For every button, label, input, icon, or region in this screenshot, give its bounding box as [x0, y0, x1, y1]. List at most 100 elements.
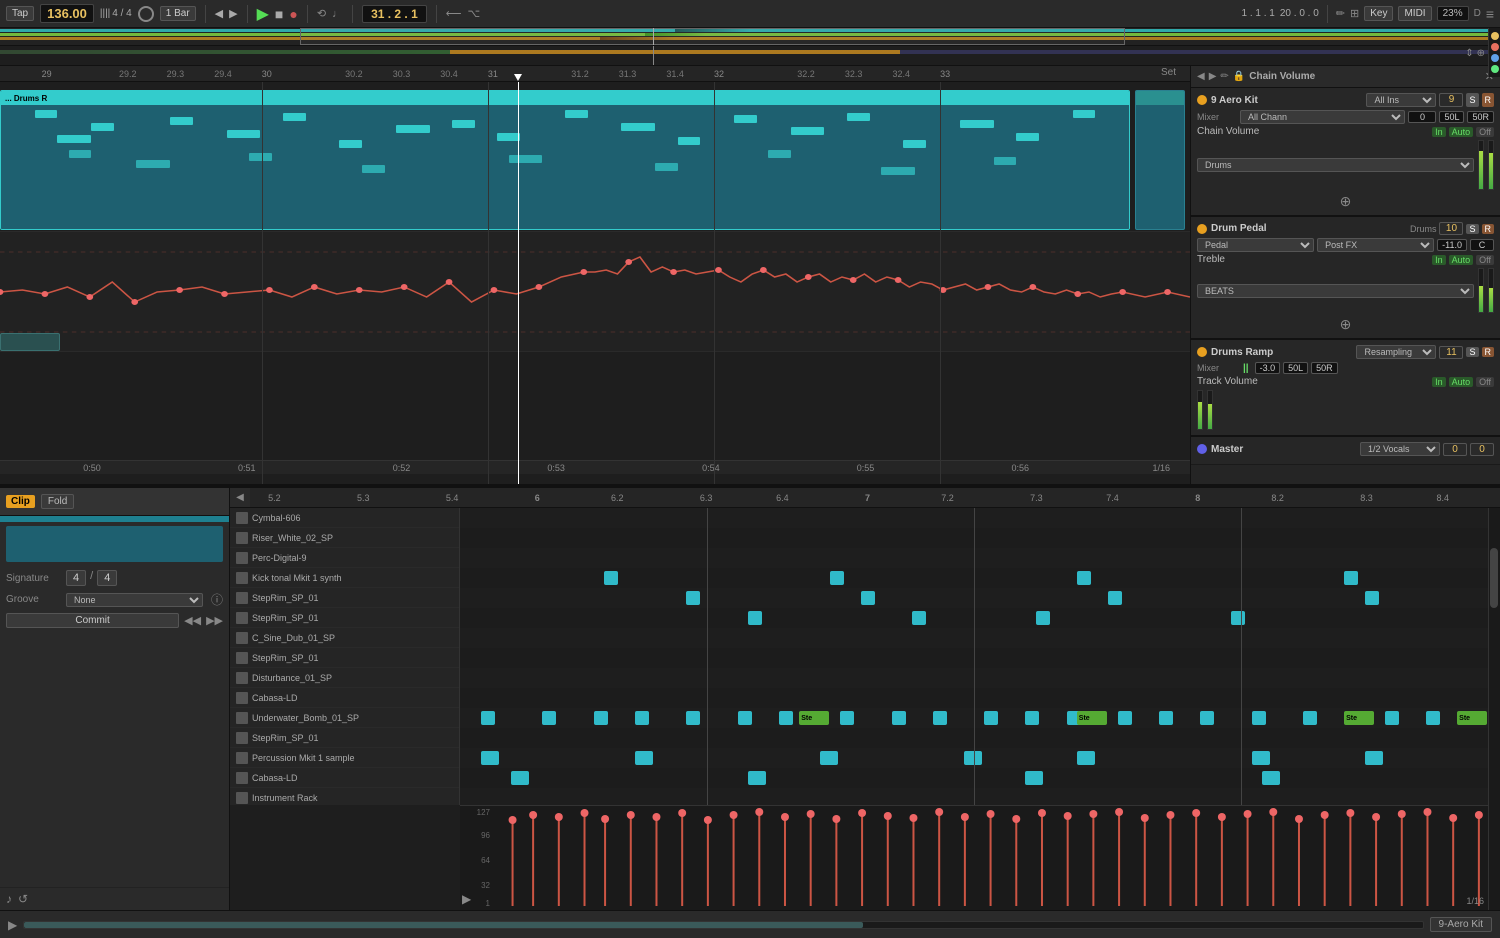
auto-btn-3[interactable]: Auto — [1449, 377, 1474, 387]
clip-icon-1[interactable]: ♪ — [6, 892, 12, 906]
auto-mode-btn-1[interactable]: In — [1432, 127, 1446, 137]
groove-select[interactable]: None — [66, 593, 203, 607]
volume-num-2[interactable]: 10 — [1439, 222, 1463, 235]
note-cabasa2-4[interactable] — [1262, 771, 1280, 785]
mixer-header-nav-right[interactable]: ▶ — [1209, 71, 1217, 82]
auto-mode-btn-2[interactable]: In — [1432, 255, 1446, 265]
volume-num-4[interactable]: 0 — [1443, 443, 1467, 456]
note-sr2-2[interactable] — [912, 611, 926, 625]
note-uw-20[interactable] — [1426, 711, 1440, 725]
vocals-select[interactable]: 1/2 Vocals — [1360, 442, 1440, 456]
velocity-area[interactable]: 127 96 64 32 1 — [460, 805, 1488, 910]
note-perc-6[interactable] — [1252, 751, 1270, 765]
play-button[interactable]: ▶ — [257, 4, 269, 24]
off-btn-1[interactable]: Off — [1476, 127, 1494, 137]
off-btn-3[interactable]: Off — [1476, 377, 1494, 387]
note-cabasa2-2[interactable] — [748, 771, 766, 785]
pencil-icon[interactable]: ✏ — [1336, 7, 1345, 20]
groove-info-icon[interactable]: ⓘ — [211, 591, 223, 608]
note-uw-9[interactable] — [892, 711, 906, 725]
note-uw-12[interactable] — [1025, 711, 1039, 725]
punch-icon[interactable]: ⌥ — [468, 7, 481, 20]
waveform-clip[interactable] — [0, 232, 1190, 351]
pan-r-1[interactable]: 50R — [1467, 111, 1494, 123]
note-uw-1[interactable] — [481, 711, 495, 725]
note-kick-2[interactable] — [830, 571, 844, 585]
record-btn-1[interactable]: R — [1482, 93, 1495, 107]
midi-label[interactable]: MIDI — [1398, 6, 1431, 21]
vel-play-btn[interactable]: ▶ — [462, 892, 471, 906]
note-uw-7[interactable] — [779, 711, 793, 725]
notes-grid[interactable]: Ste Ste Ste Ste — [460, 508, 1488, 805]
sig-top[interactable]: 4 — [66, 570, 86, 586]
track-active-dot-2[interactable] — [1197, 224, 1207, 234]
hamburger-icon[interactable]: ≡ — [1486, 6, 1494, 22]
grid-icon[interactable]: ⊞ — [1350, 7, 1359, 20]
note-sr2-4[interactable] — [1231, 611, 1245, 625]
resampling-select[interactable]: Resampling — [1356, 345, 1436, 359]
note-sr2-3[interactable] — [1036, 611, 1050, 625]
loop-icon[interactable]: ⟲ — [317, 7, 326, 20]
note-uw-3[interactable] — [594, 711, 608, 725]
metronome-icon[interactable]: ♩ — [332, 8, 343, 20]
scroll-bar[interactable] — [1488, 508, 1500, 910]
note-sr1-1[interactable] — [686, 591, 700, 605]
note-sr1-3[interactable] — [1108, 591, 1122, 605]
ste-clip-2[interactable]: Ste — [1077, 711, 1107, 725]
arrangement-tracks[interactable]: ... Drums R — [0, 82, 1190, 484]
tap-button[interactable]: Tap — [6, 6, 34, 21]
note-uw-4[interactable] — [635, 711, 649, 725]
clip-icon-2[interactable]: ↺ — [18, 892, 28, 906]
pan-r-2[interactable]: C — [1470, 239, 1494, 251]
record-btn-2[interactable]: R — [1482, 224, 1495, 234]
fold-button[interactable]: Fold — [41, 494, 74, 509]
add-btn-1[interactable]: ⊕ — [1340, 193, 1352, 210]
solo-btn-2[interactable]: S — [1466, 224, 1478, 234]
prev-icon[interactable]: ◀◀ — [184, 614, 201, 627]
viewport-indicator[interactable] — [300, 28, 1125, 45]
auto-btn-1[interactable]: Auto — [1449, 127, 1474, 137]
quantize-select[interactable]: 1 Bar — [160, 6, 196, 21]
scroll-left-btn[interactable]: ◀ — [230, 488, 250, 507]
pan-r-3[interactable]: 50R — [1311, 362, 1338, 374]
add-btn-2[interactable]: ⊕ — [1340, 316, 1352, 333]
rewind-icon[interactable]: ⟵ — [446, 7, 462, 20]
output-select-1[interactable]: Drums — [1197, 158, 1474, 172]
note-uw-16[interactable] — [1200, 711, 1214, 725]
note-uw-18[interactable] — [1303, 711, 1317, 725]
next-icon[interactable]: ▶▶ — [206, 614, 223, 627]
bottom-progress-bar[interactable] — [23, 921, 1423, 929]
scroll-thumb[interactable] — [1490, 548, 1498, 608]
note-uw-2[interactable] — [542, 711, 556, 725]
note-perc-7[interactable] — [1365, 751, 1383, 765]
solo-btn-1[interactable]: S — [1466, 93, 1478, 107]
note-perc-1[interactable] — [481, 751, 499, 765]
output-select-2[interactable]: BEATS — [1197, 284, 1474, 298]
mini-clip-bottom[interactable] — [0, 333, 60, 351]
note-perc-3[interactable] — [820, 751, 838, 765]
note-cabasa2-3[interactable] — [1025, 771, 1043, 785]
bottom-play-btn[interactable]: ▶ — [8, 918, 17, 932]
volume-num-1[interactable]: 9 — [1439, 93, 1463, 107]
off-btn-2[interactable]: Off — [1476, 255, 1494, 265]
post-fx-select[interactable]: Post FX — [1317, 238, 1434, 252]
auto-mode-btn-3[interactable]: In — [1432, 377, 1446, 387]
note-kick-3[interactable] — [1077, 571, 1091, 585]
pedal-select[interactable]: Pedal — [1197, 238, 1314, 252]
pan-l-3[interactable]: 50L — [1283, 362, 1308, 374]
note-uw-10[interactable] — [933, 711, 947, 725]
note-kick-1[interactable] — [604, 571, 618, 585]
note-sr1-2[interactable] — [861, 591, 875, 605]
note-perc-2[interactable] — [635, 751, 653, 765]
mixer-header-nav-left[interactable]: ◀ — [1197, 71, 1205, 82]
note-perc-5[interactable] — [1077, 751, 1095, 765]
note-cabasa2-1[interactable] — [511, 771, 529, 785]
ste-clip-1[interactable]: Ste — [799, 711, 829, 725]
note-uw-14[interactable] — [1118, 711, 1132, 725]
mixer-header-lock-icon[interactable]: 🔒 — [1233, 71, 1245, 82]
record-button[interactable]: ● — [289, 6, 297, 22]
mini-overview[interactable]: ⇕ ⊕ ⤢ — [0, 46, 1500, 66]
channel-select-1[interactable]: All Chann — [1240, 110, 1405, 124]
track-active-dot-4[interactable] — [1197, 444, 1207, 454]
key-label[interactable]: Key — [1364, 6, 1393, 21]
